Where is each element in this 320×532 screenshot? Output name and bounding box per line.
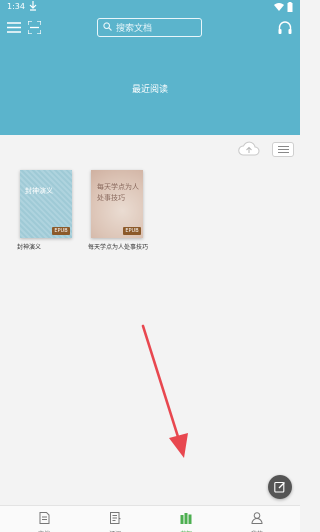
nav-tab-subscribe[interactable]: 订阅 xyxy=(90,509,140,532)
bookshelf-icon xyxy=(180,509,192,528)
annotation-arrow xyxy=(141,324,188,458)
profile-icon xyxy=(251,509,263,528)
nav-tab-documents[interactable]: 文档 xyxy=(19,509,69,532)
nav-tab-profile[interactable]: 我的 xyxy=(232,509,282,532)
edit-fab-button[interactable] xyxy=(268,475,292,499)
bottom-navigation: 文档 订阅 书架 我的 xyxy=(0,505,300,532)
subscribe-icon xyxy=(109,509,121,528)
nav-tab-bookshelf[interactable]: 书架 xyxy=(161,509,211,532)
edit-icon xyxy=(274,478,286,497)
document-icon xyxy=(39,509,50,528)
